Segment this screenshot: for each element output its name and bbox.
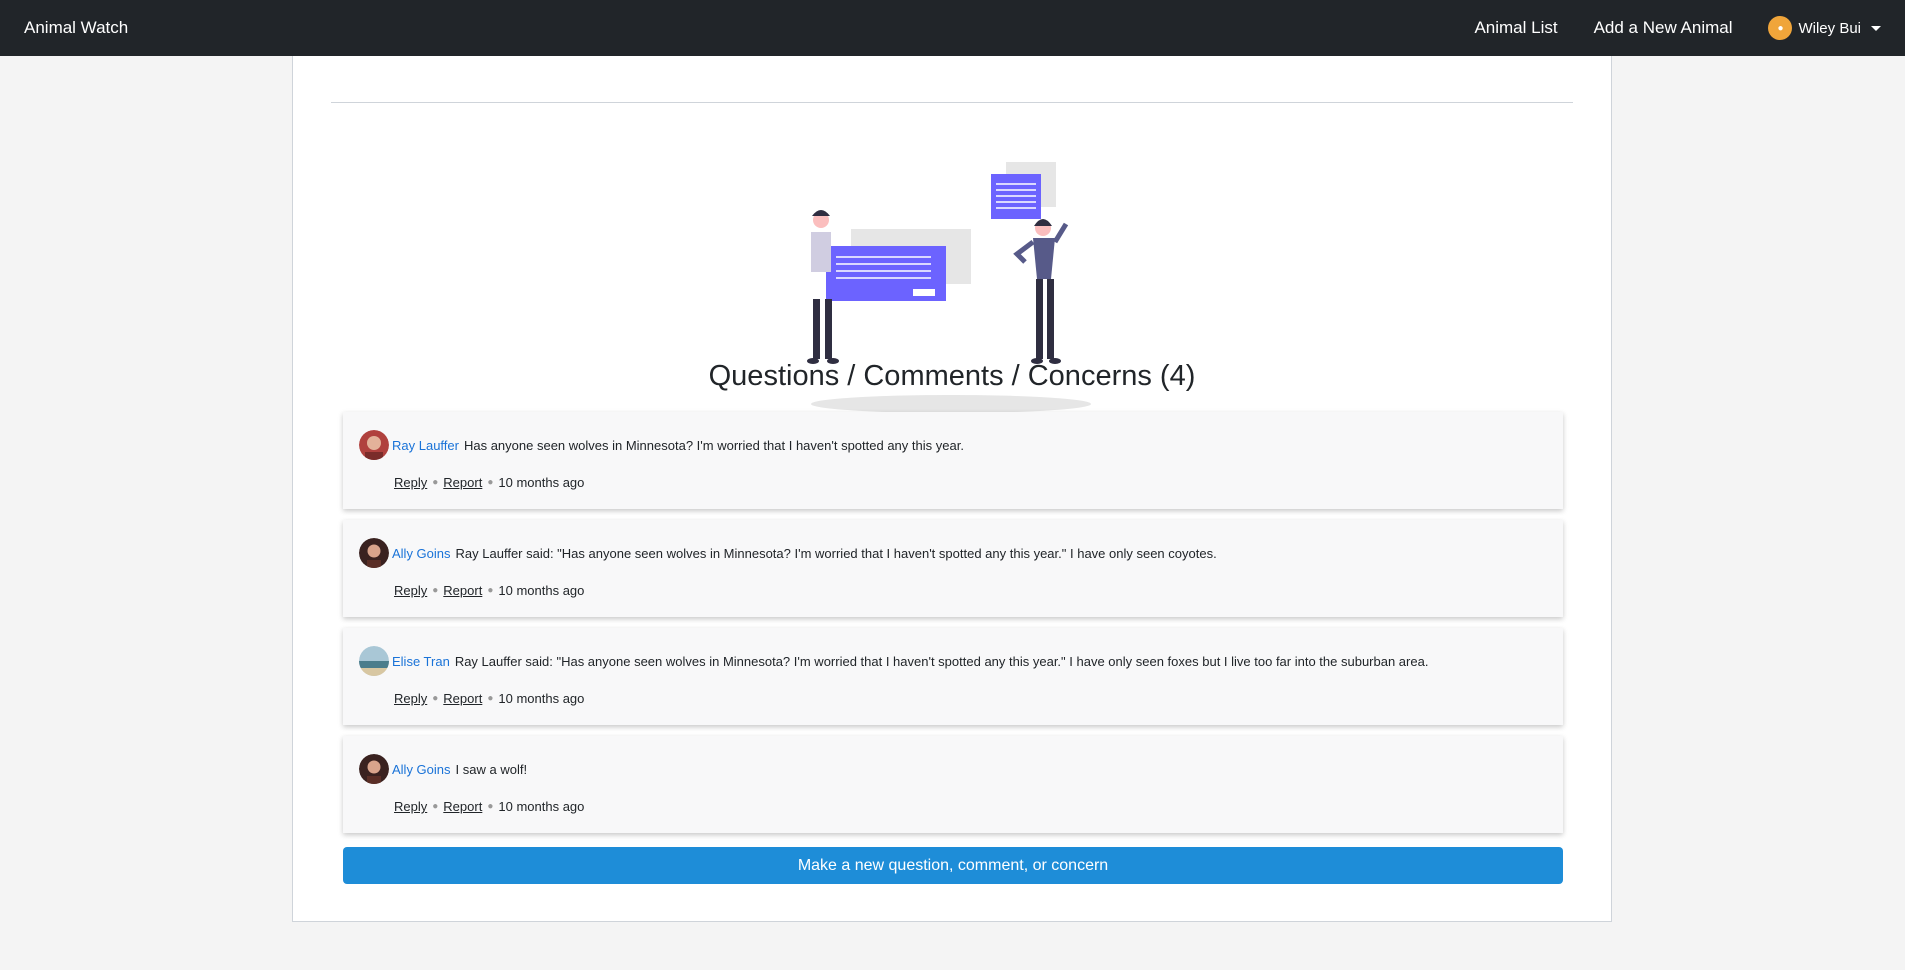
avatar <box>359 754 389 784</box>
separator-dot: ● <box>487 801 494 812</box>
separator-dot: ● <box>487 477 494 488</box>
comments-heading: Questions / Comments / Concerns (4) <box>708 360 1196 392</box>
report-link[interactable]: Report <box>443 691 482 706</box>
comment-item: Elise Tran Ray Lauffer said: "Has anyone… <box>343 628 1563 725</box>
comment-item: Ally Goins Ray Lauffer said: "Has anyone… <box>343 520 1563 617</box>
author-link[interactable]: Ally Goins <box>392 546 451 561</box>
timestamp: 10 months ago <box>498 475 585 490</box>
user-avatar: ● <box>1768 16 1793 40</box>
divider <box>331 102 1573 103</box>
comment-item: Ally Goins I saw a wolf! Reply ● Report … <box>343 736 1563 833</box>
comment-text: Ray Lauffer said: "Has anyone seen wolve… <box>454 653 1429 669</box>
timestamp: 10 months ago <box>498 691 585 706</box>
new-question-button[interactable]: Make a new question, comment, or concern <box>343 847 1563 884</box>
comments-list: Ray Lauffer Has anyone seen wolves in Mi… <box>343 412 1563 844</box>
timestamp: 10 months ago <box>498 583 585 598</box>
report-link[interactable]: Report <box>443 475 482 490</box>
top-navbar: Animal Watch Animal List Add a New Anima… <box>0 0 1905 56</box>
comment-text: Has anyone seen wolves in Minnesota? I'm… <box>463 437 964 453</box>
author-link[interactable]: Ally Goins <box>392 762 451 777</box>
chevron-down-icon <box>1871 25 1881 31</box>
avatar <box>359 430 389 460</box>
separator-dot: ● <box>487 585 494 596</box>
separator-dot: ● <box>487 693 494 704</box>
nav-animal-list[interactable]: Animal List <box>1474 18 1557 38</box>
separator-dot: ● <box>432 693 439 704</box>
separator-dot: ● <box>432 477 439 488</box>
author-link[interactable]: Ray Lauffer <box>392 438 459 453</box>
avatar <box>359 538 389 568</box>
nav-right: Animal List Add a New Animal ● Wiley Bui <box>1474 16 1881 40</box>
brand-link[interactable]: Animal Watch <box>24 18 128 38</box>
reply-link[interactable]: Reply <box>394 475 427 490</box>
separator-dot: ● <box>432 801 439 812</box>
report-link[interactable]: Report <box>443 583 482 598</box>
comments-panel: Questions / Comments / Concerns (4) Ray … <box>292 56 1612 922</box>
author-link[interactable]: Elise Tran <box>392 654 450 669</box>
comment-item: Ray Lauffer Has anyone seen wolves in Mi… <box>343 412 1563 509</box>
user-name: Wiley Bui <box>1798 19 1861 37</box>
comment-text: Ray Lauffer said: "Has anyone seen wolve… <box>455 545 1217 561</box>
separator-dot: ● <box>432 585 439 596</box>
user-menu[interactable]: ● Wiley Bui <box>1768 16 1881 40</box>
timestamp: 10 months ago <box>498 799 585 814</box>
reply-link[interactable]: Reply <box>394 799 427 814</box>
comment-text: I saw a wolf! <box>455 761 528 777</box>
reply-link[interactable]: Reply <box>394 583 427 598</box>
report-link[interactable]: Report <box>443 799 482 814</box>
avatar <box>359 646 389 676</box>
nav-add-animal[interactable]: Add a New Animal <box>1594 18 1733 38</box>
reply-link[interactable]: Reply <box>394 691 427 706</box>
